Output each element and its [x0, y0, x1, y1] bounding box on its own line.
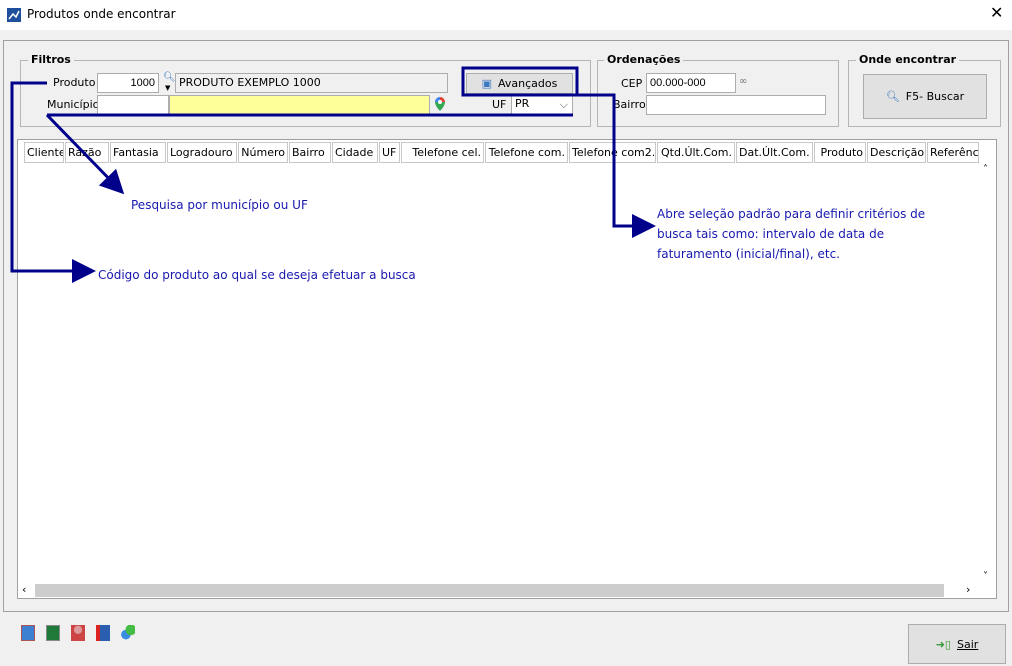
scroll-down-icon[interactable]: ˅ — [983, 571, 988, 582]
column-header[interactable]: Número — [238, 142, 288, 163]
produto-label: Produto — [53, 76, 96, 89]
sorting-title: Ordenações — [604, 53, 684, 66]
municipio-name-input[interactable] — [169, 95, 430, 115]
magnifier-icon: 🔍︎ — [885, 90, 900, 103]
produto-desc-field: PRODUTO EXEMPLO 1000 — [175, 73, 448, 93]
scroll-up-icon[interactable]: ˄ — [983, 164, 988, 175]
produto-code-input[interactable] — [97, 73, 159, 93]
column-header[interactable]: Qtd.Últ.Com. — [657, 142, 735, 163]
app-icon — [7, 8, 21, 22]
chart-icon[interactable] — [121, 625, 135, 641]
search-button[interactable]: 🔍︎ F5- Buscar — [863, 74, 987, 119]
annotation-advanced: Abre seleção padrão para definir critéri… — [657, 204, 925, 264]
annotation-line: faturamento (inicial/final), etc. — [657, 247, 840, 261]
uf-value: PR — [515, 97, 530, 110]
cep-input[interactable] — [646, 73, 736, 93]
column-header[interactable]: Telefone cel. — [401, 142, 484, 163]
sorting-group — [597, 60, 839, 127]
dropdown-arrow-icon[interactable]: ▼ — [165, 84, 170, 92]
user-icon[interactable] — [71, 625, 85, 641]
footer-toolbar — [21, 625, 135, 641]
horizontal-scrollbar[interactable]: ‹ › — [18, 583, 996, 598]
column-header[interactable]: Cliente — [24, 142, 64, 163]
search-label: F5- Buscar — [905, 90, 965, 103]
map-pin-icon[interactable] — [434, 96, 446, 112]
cep-label: CEP — [621, 77, 643, 90]
annotation-municipio: Pesquisa por município ou UF — [131, 198, 308, 212]
column-header[interactable]: Telefone com. — [485, 142, 568, 163]
advanced-label: Avançados — [498, 77, 558, 90]
chevron-down-icon: ⌵ — [559, 98, 568, 111]
close-button[interactable]: ✕ — [990, 3, 1003, 22]
title-bar: Produtos onde encontrar ✕ — [0, 0, 1012, 30]
find-title: Onde encontrar — [856, 53, 960, 66]
annotation-produto: Código do produto ao qual se deseja efet… — [98, 268, 416, 282]
uf-select[interactable]: PR ⌵ — [511, 95, 573, 115]
exit-door-icon: ➜▯ — [935, 637, 951, 651]
column-header[interactable]: Cidade — [332, 142, 378, 163]
exit-button[interactable]: ➜▯ Sair — [908, 624, 1006, 664]
binoculars-icon[interactable]: ∞ — [739, 76, 747, 87]
uf-label: UF — [492, 98, 507, 111]
exit-label: Sair — [956, 637, 979, 651]
scroll-left-icon[interactable]: ‹ — [22, 583, 26, 596]
report-icon[interactable] — [21, 625, 35, 641]
column-header[interactable]: Bairro — [289, 142, 331, 163]
column-header[interactable]: Referênci — [927, 142, 979, 163]
advanced-button[interactable]: ▣ Avançados — [466, 73, 573, 94]
municipio-code-input[interactable] — [97, 95, 169, 115]
scroll-thumb[interactable] — [35, 584, 944, 597]
column-header[interactable]: Razão — [65, 142, 109, 163]
excel-icon[interactable] — [46, 625, 60, 641]
annotation-line: Abre seleção padrão para definir critéri… — [657, 207, 926, 221]
document-icon: ▣ — [481, 77, 493, 90]
column-header[interactable]: Produto — [814, 142, 866, 163]
scroll-right-icon[interactable]: › — [966, 583, 970, 596]
export-icon[interactable] — [96, 625, 110, 641]
search-produto-icon[interactable]: 🔍︎ — [163, 72, 176, 83]
column-header[interactable]: Dat.Últ.Com. — [736, 142, 813, 163]
column-header[interactable]: Telefone com2. — [569, 142, 656, 163]
column-header[interactable]: UF — [379, 142, 400, 163]
annotation-line: busca tais como: intervalo de data de — [657, 227, 885, 241]
column-header[interactable]: Logradouro — [167, 142, 237, 163]
column-header[interactable]: Fantasia — [110, 142, 166, 163]
window-title: Produtos onde encontrar — [27, 7, 176, 21]
municipio-label: Município — [47, 98, 100, 111]
bairro-input[interactable] — [646, 95, 826, 115]
filters-title: Filtros — [28, 53, 74, 66]
vertical-scrollbar[interactable]: ˄ ˅ — [979, 162, 996, 584]
column-header[interactable]: Descrição — [867, 142, 926, 163]
bairro-label: Bairro — [613, 98, 646, 111]
